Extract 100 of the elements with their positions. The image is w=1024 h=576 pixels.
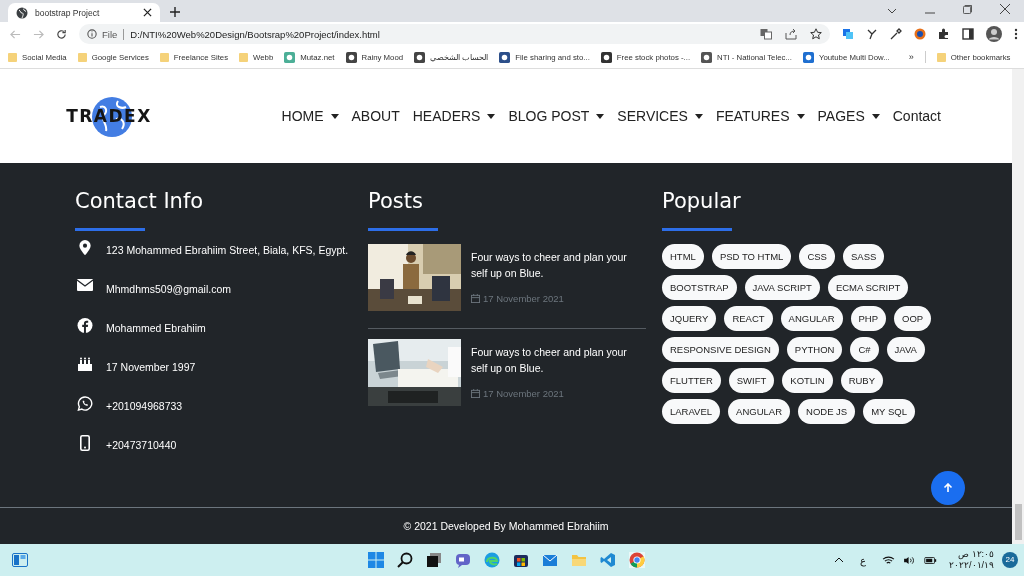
close-icon[interactable] [1000,4,1010,14]
address-bar[interactable]: File D:/NTI%20Web%20Design/Bootsrap%20Project/index.html [79,24,830,44]
tag[interactable]: PHP [850,306,887,331]
reload-icon[interactable] [56,28,67,40]
section-heading: Contact Info [75,188,205,215]
tag[interactable]: MY SQL [863,399,915,424]
chat-icon[interactable] [454,552,471,568]
tag[interactable]: ANGULAR [728,399,790,424]
section-heading: Posts [368,188,424,215]
caret-icon [796,113,805,119]
post-title[interactable]: Four ways to cheer and plan your self up on Blue. [471,344,646,376]
tag[interactable]: OOP [894,306,932,331]
tag[interactable]: JQUERY [662,306,717,331]
tab-title: bootstrap Project [35,7,101,18]
tag[interactable]: CSS [799,244,835,269]
tag[interactable]: ANGULAR [780,306,843,331]
tag[interactable]: BOOTSTRAP [662,275,737,300]
nav-link[interactable]: BLOG POST [508,108,605,124]
eyedropper-icon[interactable] [890,28,902,40]
task-view-icon[interactable] [425,552,442,568]
nav-link[interactable]: PAGES [817,108,880,124]
restore-icon[interactable] [963,5,972,14]
tag[interactable]: C# [850,337,879,362]
nav-link[interactable]: ABOUT [351,108,400,124]
translate-icon[interactable] [760,28,772,40]
tag[interactable]: JAVA SCRIPT [744,275,820,300]
clock[interactable]: ١٢:٠٥ ص ٢٠٢٢/٠١/١٩ [949,549,994,571]
star-icon[interactable] [810,28,822,40]
widgets-icon[interactable] [12,553,28,567]
nav-link[interactable]: HOME [281,108,339,124]
notification-badge[interactable]: 24 [1002,552,1018,568]
language-indicator[interactable]: ع [860,554,866,566]
tag[interactable]: REACT [724,306,773,331]
more-bookmarks-button[interactable]: » [908,52,914,62]
caret-icon [487,113,496,119]
browser-tab[interactable]: bootstrap Project [8,3,160,22]
new-tab-icon[interactable] [170,7,180,17]
side-panel-icon[interactable] [962,28,974,40]
extension-icon[interactable] [914,28,926,40]
code-editor-icon[interactable] [599,552,616,568]
whatsapp-icon [75,396,95,411]
site-icon [284,51,296,63]
caret-icon [330,113,339,119]
tag[interactable]: RESPONSIVE DESIGN [662,337,779,362]
tag[interactable]: LARAVEL [662,399,721,424]
puzzle-icon[interactable] [938,28,950,40]
tag[interactable]: NODE JS [798,399,856,424]
chrome-icon[interactable] [628,552,645,568]
tag[interactable]: PYTHON [786,337,843,362]
tag[interactable]: HTML [662,244,704,269]
cake-icon [75,357,95,371]
facebook-icon [75,318,95,333]
tag[interactable]: FLUTTER [662,368,721,393]
tag[interactable]: PSD TO HTML [711,244,792,269]
scrollbar[interactable] [1012,69,1024,544]
start-icon[interactable] [367,552,384,568]
volume-icon[interactable] [903,555,916,565]
nav-link[interactable]: Contact [892,108,941,124]
caret-icon [694,113,703,119]
arrow-up-icon [943,483,953,493]
avatar-icon[interactable] [986,26,1002,42]
contact-text: +201094968733 [106,400,183,412]
chevron-down-icon[interactable] [887,8,897,14]
post-date: 17 November 2021 [483,388,564,399]
mail-icon[interactable] [541,552,558,568]
tag[interactable]: SASS [842,244,885,269]
scroll-to-top-button[interactable] [931,471,965,505]
caret-icon [596,113,605,119]
folder-icon [8,51,17,63]
tag[interactable]: JAVA [886,337,925,362]
site-icon [701,51,713,63]
caret-icon [871,113,880,119]
calendar-icon [471,389,480,398]
menu-icon[interactable] [1014,28,1018,40]
wifi-icon[interactable] [882,555,895,565]
search-icon[interactable] [396,552,413,568]
folder-icon [239,51,249,63]
store-icon[interactable] [512,552,529,568]
folder-icon [77,51,87,63]
post-title[interactable]: Four ways to cheer and plan your self up on Blue. [471,249,646,281]
tag[interactable]: RUBY [840,368,884,393]
nav-link[interactable]: FEATURES [715,108,805,124]
extension-icon[interactable] [866,28,878,40]
nav-link[interactable]: HEADERS [412,108,496,124]
chevron-up-icon[interactable] [834,557,844,563]
site-icon [345,51,357,63]
nav-link[interactable]: SERVICES [617,108,703,124]
tag[interactable]: KOTLIN [782,368,833,393]
folder-icon [159,51,169,63]
tag[interactable]: ECMA SCRIPT [827,275,909,300]
contact-text: Mhmdhms509@gmail.com [106,283,232,295]
calendar-icon [471,294,480,303]
folder-icon [936,51,946,63]
close-icon[interactable] [143,8,152,17]
post-date: 17 November 2021 [483,293,564,304]
tag[interactable]: SWIFT [728,368,775,393]
contact-text: 123 Mohammed Ebrahiim Street, Biala, KFS, Egypt. [106,244,349,256]
share-icon[interactable] [785,28,797,40]
envelope-icon [75,279,95,291]
battery-icon[interactable] [924,556,937,564]
